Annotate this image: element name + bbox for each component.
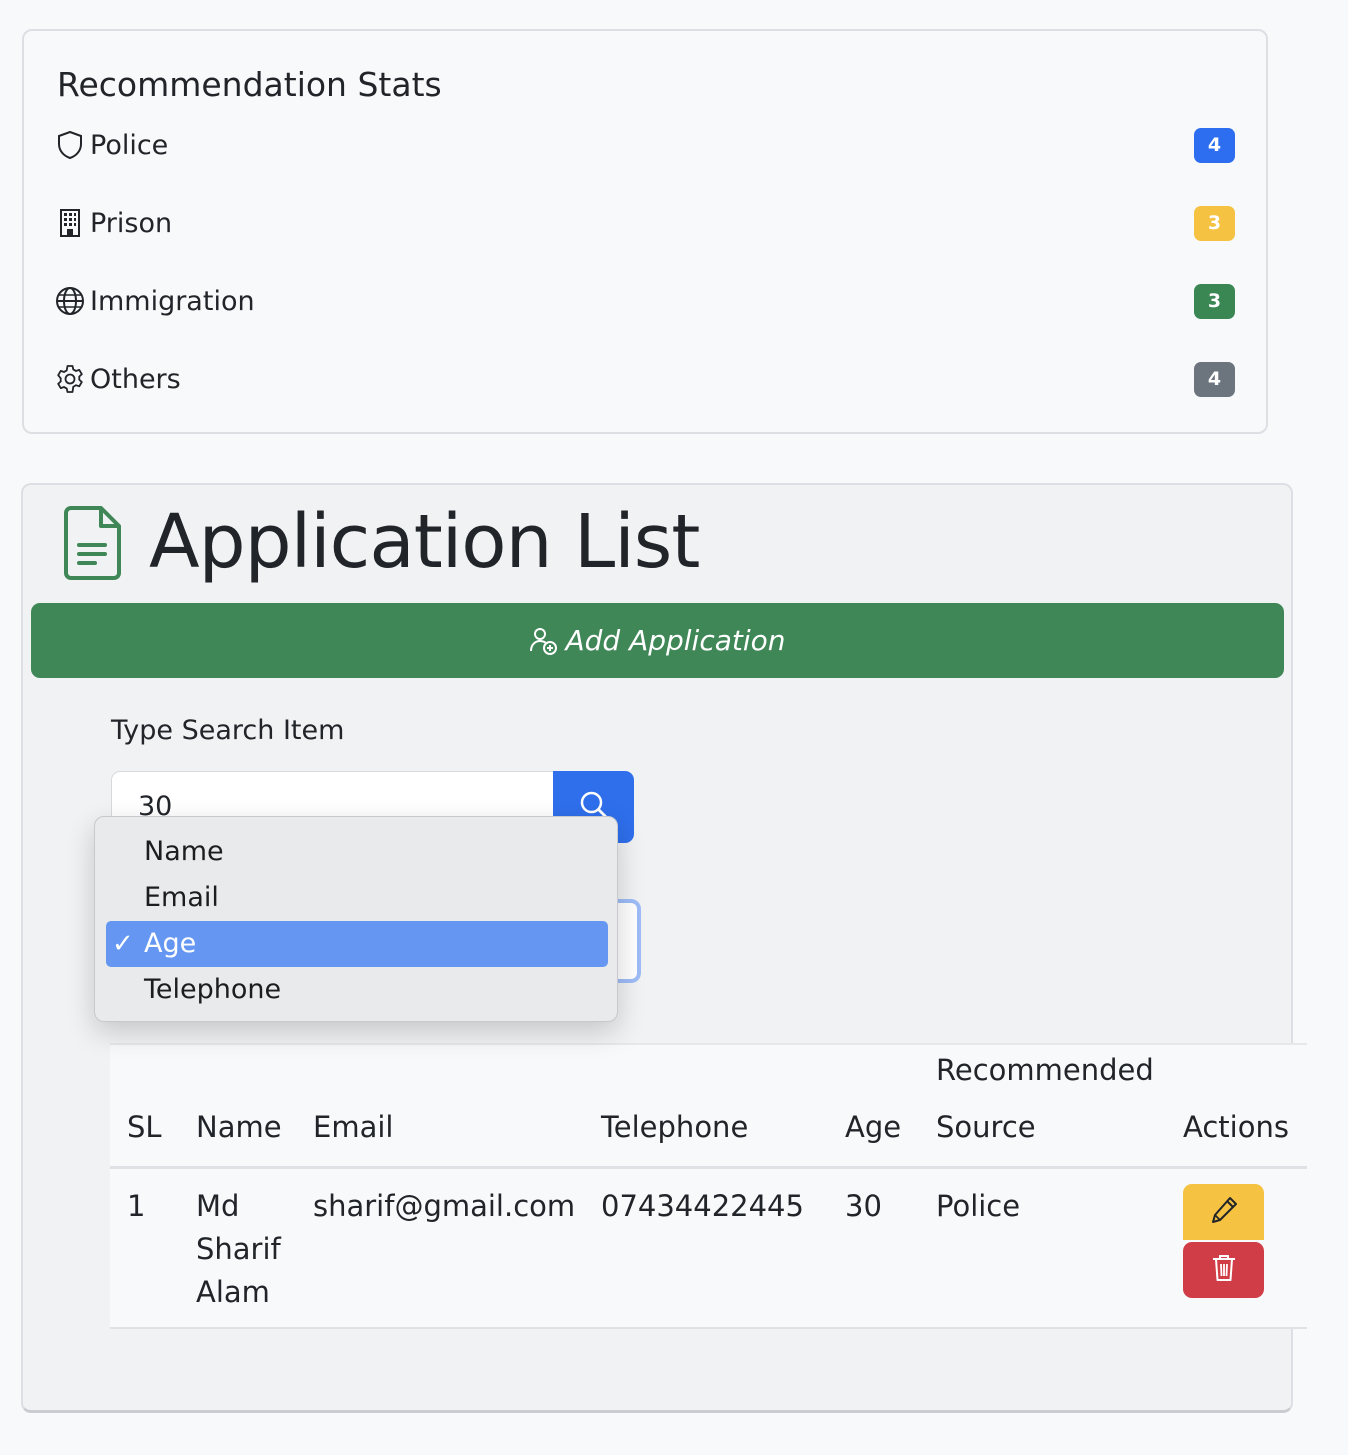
document-icon [63, 505, 123, 585]
column-header-age: Age [845, 1110, 902, 1144]
stat-row-prison: Prison 3 [54, 203, 1235, 243]
cell-age: 30 [845, 1189, 882, 1223]
stat-count-badge: 4 [1194, 361, 1235, 397]
dropdown-option-telephone[interactable]: Telephone [106, 967, 608, 1013]
edit-button[interactable] [1183, 1184, 1264, 1240]
cell-source: Police [936, 1189, 1021, 1223]
dropdown-option-email[interactable]: Email [106, 875, 608, 921]
stat-label: Police [90, 129, 169, 161]
stats-title: Recommendation Stats [57, 65, 442, 104]
column-header-source-line1: Recommended [936, 1053, 1154, 1087]
search-field-dropdown: Name Email ✓ Age Telephone [94, 816, 618, 1022]
stat-label: Others [90, 363, 181, 395]
checkmark-icon: ✓ [112, 929, 134, 959]
cell-name-line1: Md [196, 1189, 240, 1223]
cell-name-line2: Sharif [196, 1232, 281, 1266]
stat-count-badge: 3 [1194, 283, 1235, 319]
column-header-source-line2: Source [936, 1110, 1036, 1144]
column-header-name: Name [196, 1110, 282, 1144]
stat-label: Immigration [90, 285, 255, 317]
stat-count-badge: 3 [1194, 205, 1235, 241]
header-divider [110, 1166, 1307, 1169]
stat-row-police: Police 4 [54, 125, 1235, 165]
stat-label: Prison [90, 207, 173, 239]
gear-icon [54, 363, 86, 395]
column-header-email: Email [313, 1110, 394, 1144]
stat-row-immigration: Immigration 3 [54, 281, 1235, 321]
pencil-icon [1209, 1195, 1239, 1229]
globe-icon [54, 285, 86, 317]
delete-button[interactable] [1183, 1242, 1264, 1298]
building-icon [54, 207, 86, 239]
cell-sl: 1 [127, 1189, 146, 1223]
stat-count-badge: 4 [1194, 127, 1235, 163]
page-title: Application List [149, 499, 700, 585]
add-application-button[interactable]: Add Application [31, 603, 1284, 678]
dropdown-option-age[interactable]: ✓ Age [106, 921, 608, 967]
cell-email: sharif@gmail.com [313, 1189, 576, 1223]
column-header-actions: Actions [1183, 1110, 1289, 1144]
row-divider [110, 1327, 1307, 1329]
applications-table: SL Name Email Telephone Age Recommended … [110, 1043, 1307, 1329]
search-label: Type Search Item [111, 715, 345, 746]
column-header-sl: SL [127, 1110, 162, 1144]
trash-icon [1211, 1253, 1237, 1287]
dropdown-option-name[interactable]: Name [106, 829, 608, 875]
stat-row-others: Others 4 [54, 359, 1235, 399]
cell-telephone: 07434422445 [601, 1189, 804, 1223]
person-plus-icon [529, 627, 558, 655]
shield-icon [54, 129, 86, 161]
add-application-label: Add Application [565, 624, 786, 657]
recommendation-stats-card: Recommendation Stats Police 4 Prison 3 I… [22, 29, 1268, 434]
column-header-telephone: Telephone [601, 1110, 749, 1144]
cell-name-line3: Alam [196, 1275, 270, 1309]
